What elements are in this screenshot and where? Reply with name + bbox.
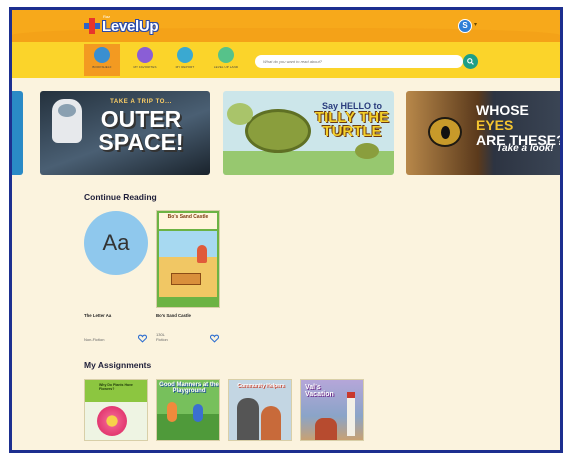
child-illustration [167, 402, 177, 422]
sky-illustration [159, 231, 217, 257]
cover-title: Community Helpers [237, 383, 285, 389]
favorites-icon [137, 47, 153, 63]
nav-item-label: My Report [175, 65, 195, 69]
book-cover-vals-vacation[interactable]: Val's Vacation [300, 379, 364, 441]
levelup-land-icon [218, 47, 234, 63]
book-cover-bos-sand-castle[interactable]: Bo's Sand Castle [156, 210, 220, 308]
search-box[interactable] [255, 55, 463, 68]
person-illustration [237, 398, 259, 440]
banner-eyes-word-eyes: EYES [476, 117, 514, 133]
banner-tilly-turtle[interactable]: Say HELLO to TILLY THE TURTLE [223, 91, 394, 175]
banner-eyes-headline: WHOSE EYES ARE THESE? [476, 102, 560, 148]
banner-eyes-cta: Take a look! [496, 143, 554, 154]
nav-item-label: My Favorites [133, 65, 157, 69]
banner-turtle-headline: TILLY THE TURTLE [314, 109, 390, 140]
cover-title: Val's Vacation [305, 384, 334, 398]
banner-outer-space[interactable]: TAKE A TRIP TO... OUTER SPACE! [40, 91, 210, 175]
nav-item-levelup-land[interactable]: Level Up Land [208, 44, 244, 76]
book-cover-letter-aa[interactable]: Aa [84, 211, 148, 275]
plus-logo-icon [84, 18, 100, 34]
astronaut-illustration [52, 99, 82, 143]
logo-small-text: Raz [103, 14, 111, 19]
heart-icon[interactable] [138, 334, 147, 343]
banner-carousel-prev-slide[interactable] [12, 91, 23, 175]
person-illustration [261, 406, 281, 440]
continue-reading-heading: Continue Reading [84, 192, 157, 202]
book-title[interactable]: Bo's Sand Castle [156, 313, 191, 318]
levelup-logo[interactable]: Raz LevelUp [84, 14, 159, 36]
banner-whose-eyes[interactable]: WHOSE EYES ARE THESE? Take a look! [406, 91, 560, 175]
search-button[interactable] [463, 54, 478, 69]
book-cover-good-manners[interactable]: Good Manners at the Playground [156, 379, 220, 441]
user-avatar[interactable]: S [458, 19, 472, 33]
book-cover-community-helpers[interactable]: Community Helpers [228, 379, 292, 441]
book-title[interactable]: The Letter Aa [84, 313, 111, 318]
search-input[interactable] [263, 57, 453, 66]
chevron-down-icon[interactable]: ▾ [474, 21, 477, 28]
book-genre: Fiction [156, 337, 168, 342]
child-illustration [197, 245, 207, 263]
heart-icon[interactable] [210, 334, 219, 343]
nav-item-report[interactable]: My Report [167, 44, 203, 76]
cover-title: Why Do Plants Have Flowers? [99, 383, 133, 391]
baby-turtle-illustration [355, 143, 379, 159]
report-icon [177, 47, 193, 63]
banner-eyes-word-whose: WHOSE [476, 102, 529, 118]
top-header: Raz LevelUp S ▾ [12, 10, 560, 46]
app-window: Raz LevelUp S ▾ Bookshelf My Favorites M… [9, 7, 563, 453]
nav-bar: Bookshelf My Favorites My Report Level U… [12, 42, 560, 78]
banner-space-headline: OUTER SPACE! [98, 106, 184, 155]
tiger-eye-illustration [428, 117, 462, 147]
turtle-illustration [245, 109, 311, 153]
turtle-head-illustration [227, 103, 253, 125]
cover-title: Bo's Sand Castle [159, 213, 217, 229]
nav-item-label: Bookshelf [92, 65, 112, 69]
bookshelf-icon [94, 47, 110, 63]
person-illustration [315, 418, 337, 440]
flower-illustration [97, 406, 127, 436]
cover-title: Good Manners at the Playground [159, 382, 219, 394]
book-genre: Non-Fiction [84, 337, 105, 342]
book-cover-plants-flowers[interactable]: Why Do Plants Have Flowers? [84, 379, 148, 441]
logo-text: LevelUp [102, 17, 159, 35]
lighthouse-illustration [347, 392, 355, 436]
child-illustration [193, 404, 203, 422]
search-icon [467, 58, 474, 65]
cover-banner: Why Do Plants Have Flowers? [85, 380, 147, 402]
sandbox-illustration [171, 273, 201, 285]
my-assignments-heading: My Assignments [84, 360, 152, 370]
nav-item-bookshelf[interactable]: Bookshelf [84, 44, 120, 76]
nav-item-label: Level Up Land [213, 65, 239, 69]
nav-item-favorites[interactable]: My Favorites [127, 44, 163, 76]
banner-space-kicker: TAKE A TRIP TO... [110, 99, 172, 105]
